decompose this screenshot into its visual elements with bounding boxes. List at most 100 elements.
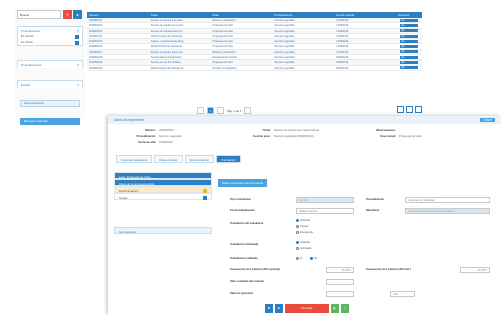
table-cell: 17/06/2019	[336, 24, 349, 28]
page-button[interactable]: 1	[207, 107, 214, 114]
table-cell[interactable]: 2019000019	[87, 60, 149, 64]
tab-documentacion[interactable]: Documentación	[184, 155, 215, 163]
table-cell[interactable]: 2019000016	[87, 44, 149, 48]
view-button[interactable]: Ver	[399, 50, 418, 54]
view-button[interactable]: Ver	[399, 39, 418, 43]
nav-item-tareas[interactable]: Tareas	[114, 193, 212, 200]
table-cell: Oferta Técnica de consultoría	[150, 34, 183, 38]
table-cell: Propuesta de inicio	[212, 45, 233, 49]
table-cell[interactable]: 2019000015	[87, 39, 149, 43]
table-cell[interactable]: 2019000017	[87, 50, 149, 54]
procedimiento-select[interactable]: Negociado sin publicidad	[405, 197, 490, 203]
prev-page-button[interactable]	[197, 107, 204, 114]
table-cell: Servicio de soporte para el tra.	[150, 50, 184, 54]
print-icon: ■	[277, 306, 280, 310]
radio-option[interactable]: Emergencia	[296, 231, 313, 234]
view-button[interactable]: Ver	[399, 45, 418, 49]
table-cell: 18/06/2019	[336, 61, 349, 65]
send-button[interactable]: ▶	[330, 304, 339, 313]
new-search-button[interactable]: Nueva búsqueda	[20, 100, 80, 107]
info-key: Observaciones:	[375, 129, 396, 132]
presupuesto-iva-input[interactable]: 42.350 €	[460, 267, 490, 273]
tab-tramitacion[interactable]: Tramitación	[216, 155, 241, 163]
tab-consultar[interactable]: Consultar expediente	[116, 155, 153, 163]
search-button[interactable]: ⚲	[63, 10, 72, 19]
plazo-unit-select[interactable]: Años	[390, 291, 415, 297]
nav-item-fase[interactable]: Fase: Propuesta de inicio	[114, 172, 212, 179]
view-button[interactable]: Ver	[399, 55, 418, 59]
forma-adjudicacion-select[interactable]: Múltiples criterios	[296, 208, 354, 214]
radio-option[interactable]: Sí	[296, 257, 302, 260]
view-button[interactable]: Ver	[399, 61, 418, 64]
table-cell: 18/06/2019	[336, 66, 349, 70]
table-cell[interactable]: 2019000020	[87, 66, 149, 70]
radio-option[interactable]: Ordinaria	[296, 219, 310, 222]
table-cell: 17/06/2019	[336, 34, 349, 38]
table-cell[interactable]: 2019000013	[87, 29, 149, 33]
view-button[interactable]: Ver	[399, 34, 418, 38]
advanced-search-button[interactable]: Búsqueda avanzada	[20, 118, 80, 125]
table-cell: 17/06/2019	[336, 40, 349, 44]
table-row[interactable]: 2019000020 Mantenimiento del software de P…	[87, 66, 422, 71]
table-cell: Servicio negociado	[274, 24, 295, 28]
field-label: Forma Adjudicación	[230, 209, 255, 212]
table-cell[interactable]: 2019000012	[87, 23, 149, 27]
back-button[interactable]: Volver	[480, 118, 495, 122]
tipo-contractual-select[interactable]: Servicios	[296, 197, 354, 203]
cancel-button[interactable]: Cancelar	[284, 304, 329, 313]
filter-estado[interactable]: Estado ▾	[17, 80, 83, 88]
user-button[interactable]: ●	[73, 10, 82, 19]
plazo-input[interactable]	[326, 291, 354, 297]
filter-procedimientos[interactable]: Procedimientos ▾	[17, 60, 83, 68]
naturaleza-select[interactable]: Servicio/obtención de un conjunto de bie…	[405, 208, 490, 214]
table-cell[interactable]: 2019000018	[87, 55, 149, 59]
search-input[interactable]: Buscar	[17, 10, 61, 19]
filter-procedimiento: Procedimiento ▾ En revisión En trámite	[17, 26, 83, 46]
checkbox[interactable]	[75, 41, 79, 45]
view-button[interactable]: Ver	[399, 18, 418, 22]
radio-option[interactable]: Anticipada	[296, 247, 311, 250]
advanced-view-button[interactable]: Ver avanzado	[114, 227, 212, 234]
checkbox[interactable]	[75, 35, 79, 39]
radio-label: Urgente	[300, 225, 309, 228]
page-label: Pág. 1 de 1	[227, 108, 242, 113]
export-pdf-icon[interactable]	[397, 106, 404, 113]
view-button[interactable]: Ver	[399, 23, 418, 27]
filter-header[interactable]: Estado ▾	[18, 81, 82, 88]
filter-header[interactable]: Procedimiento ▾	[18, 27, 82, 34]
accept-button[interactable]: ✓	[340, 304, 350, 313]
table-cell: 17/06/2019	[336, 45, 349, 49]
radio-option[interactable]: No	[310, 257, 317, 260]
save-button[interactable]: ■	[265, 304, 273, 313]
table-cell[interactable]: 2019000014	[87, 34, 149, 38]
info-key: Fecha de alta:	[138, 141, 156, 144]
valor-estimado-input[interactable]	[326, 279, 354, 285]
table-cell[interactable]: 2019000011	[87, 18, 149, 22]
user-icon: ●	[76, 12, 79, 17]
radio-label: Emergencia	[300, 231, 313, 234]
table-cell: Requerimiento iniciado	[212, 56, 237, 60]
radio-option[interactable]: Ordinaria	[296, 241, 310, 244]
info-key: Número:	[144, 129, 156, 132]
filter-header[interactable]: Procedimientos ▾	[18, 61, 82, 68]
print-icon[interactable]	[415, 106, 422, 113]
field-label: Valor estimado del contrato	[230, 280, 265, 283]
radio-option[interactable]: Urgente	[296, 225, 309, 228]
page-size-select[interactable]	[244, 107, 252, 114]
nav-item-datos[interactable]: Datos de la propuesta inicial	[114, 179, 212, 186]
view-button[interactable]: Ver	[399, 29, 418, 33]
export-excel-icon[interactable]	[406, 106, 413, 113]
chevron-down-icon: ▾	[77, 29, 79, 33]
table-cell: Propuesta de inicio	[212, 34, 233, 38]
presupuesto-input[interactable]: 35.000 €	[326, 267, 354, 273]
tab-datos-contrato[interactable]: Datos contrato	[154, 155, 183, 163]
print-button[interactable]: ■	[274, 304, 283, 313]
field-label: Tramitación del expediente	[230, 222, 264, 225]
nav-item-documentacion[interactable]: Documentación	[114, 186, 212, 193]
table-cell: 17/06/2019	[336, 29, 349, 33]
view-button[interactable]: Ver	[399, 66, 418, 70]
export-toolbar	[397, 106, 422, 113]
filter-option[interactable]: En trámite	[18, 40, 82, 46]
field-label: Plazo de ejecución	[230, 292, 254, 295]
next-page-button[interactable]	[217, 107, 224, 114]
